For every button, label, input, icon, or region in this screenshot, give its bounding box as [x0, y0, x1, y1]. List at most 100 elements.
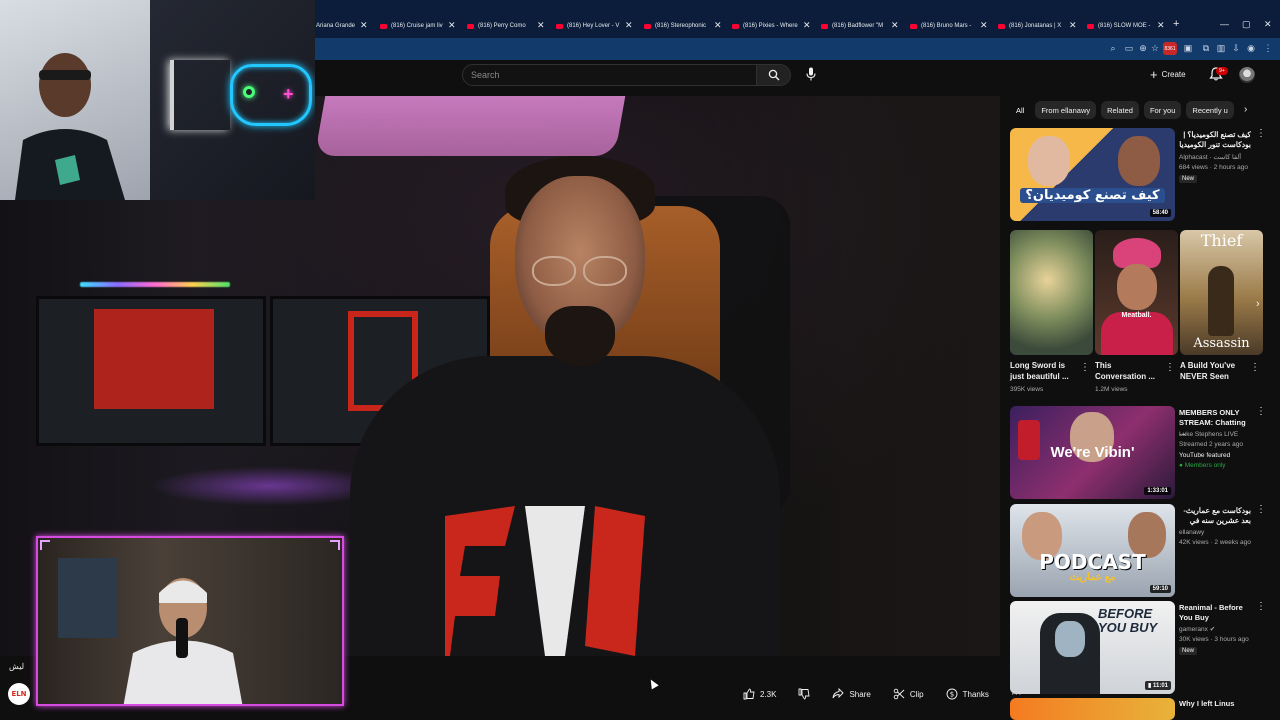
sidebar-icon[interactable]: ▥: [1215, 42, 1227, 54]
video-channel[interactable]: ellanawy: [1179, 528, 1204, 538]
short-title[interactable]: Long Sword is just beautiful ...: [1010, 360, 1078, 382]
share-button[interactable]: Share: [824, 683, 878, 705]
close-icon[interactable]: ✕: [891, 20, 899, 31]
extension-badge[interactable]: 8361: [1163, 42, 1177, 55]
more-options-icon[interactable]: ⋮: [1256, 601, 1266, 612]
more-options-icon[interactable]: ⋮: [1256, 504, 1266, 515]
account-avatar[interactable]: [1239, 67, 1255, 83]
close-icon[interactable]: ✕: [714, 20, 722, 31]
frame-corner: [40, 540, 50, 550]
window-close-icon[interactable]: ✕: [1264, 19, 1272, 30]
chip-for-you[interactable]: For you: [1143, 101, 1182, 119]
browser-tab[interactable]: (816) Bruno Mars -: [910, 17, 980, 35]
chevron-right-icon[interactable]: ›: [1244, 104, 1247, 115]
tab-label: (816) Cruise jam liv: [391, 23, 443, 29]
thumbnail-face: [1028, 136, 1070, 186]
video-channel[interactable]: gameranx ✔: [1179, 625, 1215, 635]
extension-icon[interactable]: ▣: [1182, 42, 1194, 54]
new-tab-icon[interactable]: +: [1173, 18, 1179, 30]
microphone-icon: [806, 67, 816, 81]
profile-icon[interactable]: ◉: [1245, 42, 1257, 54]
browser-tab[interactable]: (816) Hey Lover - V: [556, 17, 626, 35]
glasses-right: [583, 256, 627, 286]
members-only-badge: ● Members only: [1179, 462, 1226, 469]
video-thumbnail[interactable]: We're Vibin' 1:33:01: [1010, 406, 1175, 499]
chip-recently-uploaded[interactable]: Recently u: [1186, 101, 1234, 119]
channel-avatar[interactable]: ELN: [8, 683, 30, 705]
close-icon[interactable]: ✕: [803, 20, 811, 31]
video-title[interactable]: Reanimal - Before You Buy: [1179, 603, 1251, 623]
browser-tab[interactable]: (816) Perry Como: [467, 17, 537, 35]
video-thumbnail[interactable]: [1010, 698, 1175, 720]
search-icon[interactable]: ⌕: [1107, 42, 1119, 54]
youtube-icon: [556, 23, 563, 29]
neon-gamepad-dpad: +: [283, 84, 294, 104]
short-title[interactable]: This Conversation ...: [1095, 360, 1163, 382]
search-button[interactable]: [757, 64, 791, 86]
browser-tab[interactable]: (816) Jonatanas | X: [998, 17, 1068, 35]
more-options-icon[interactable]: ⋮: [1165, 362, 1175, 373]
close-icon[interactable]: ✕: [980, 20, 988, 31]
video-title[interactable]: كيف تصنع الكوميديا؟ | بودكاست تنور الكوم…: [1179, 130, 1251, 150]
tab-label: (816) Jonatanas | X: [1009, 23, 1062, 29]
minimize-icon[interactable]: —: [1220, 19, 1229, 29]
search-icon: [768, 69, 779, 81]
star-icon[interactable]: ☆: [1149, 42, 1161, 54]
short-thumbnail[interactable]: Meatball.: [1095, 230, 1178, 355]
thanks-label: Thanks: [962, 689, 989, 699]
tab-label: Ariana Grande: [316, 23, 356, 29]
more-options-icon[interactable]: ⋮: [1250, 362, 1260, 373]
verified-icon: ✔: [1209, 626, 1216, 633]
maximize-icon[interactable]: ▢: [1242, 19, 1251, 30]
short-thumbnail[interactable]: [1010, 230, 1093, 355]
browser-tab[interactable]: (816) Pixies - Where: [732, 17, 802, 35]
browser-tab[interactable]: (816) Stereophonic: [644, 17, 714, 35]
voice-search-button[interactable]: [803, 66, 819, 82]
video-channel[interactable]: Alphacast · ألفا كاست: [1179, 153, 1241, 163]
thumbnail-caption: We're Vibin': [1050, 444, 1135, 461]
chip-all[interactable]: All: [1010, 101, 1031, 119]
chip-related[interactable]: Related: [1101, 101, 1139, 119]
frame-corner: [330, 540, 340, 550]
shorts-next-icon[interactable]: ›: [1256, 298, 1260, 310]
more-options-icon[interactable]: ⋮: [1080, 362, 1090, 373]
thumbnail-caption: كيف تصنع كوميديان؟: [1020, 188, 1165, 203]
close-icon[interactable]: ✕: [1069, 20, 1077, 31]
tab-label: (816) Stereophonic: [655, 23, 707, 29]
close-icon[interactable]: ✕: [448, 20, 456, 31]
video-title[interactable]: Why I left Linus: [1179, 699, 1251, 709]
create-button[interactable]: + Create: [1150, 66, 1186, 82]
video-title[interactable]: بودكاست مع عماريث- بعد عشرين سنه في مجال…: [1179, 506, 1251, 526]
menu-icon[interactable]: ⋮: [1262, 42, 1274, 54]
puzzle-icon[interactable]: ⧉: [1200, 42, 1212, 54]
close-icon[interactable]: ✕: [537, 20, 545, 31]
video-thumbnail[interactable]: PODCAST مع عماريث 59:10: [1010, 504, 1175, 597]
like-button[interactable]: 2.3K: [735, 683, 784, 705]
thanks-button[interactable]: $ Thanks: [938, 683, 997, 705]
close-icon[interactable]: ✕: [625, 20, 633, 31]
youtube-icon: [644, 23, 651, 29]
video-stats: 30K views · 3 hours ago: [1179, 636, 1249, 643]
browser-tab[interactable]: (816) Badflower "M: [821, 17, 891, 35]
video-thumbnail[interactable]: كيف تصنع كوميديان؟ 58:40: [1010, 128, 1175, 221]
clip-button[interactable]: Clip: [885, 683, 932, 705]
browser-tab[interactable]: (816) SLOW MOE -: [1087, 17, 1157, 35]
short-title[interactable]: A Build You've NEVER Seen: [1180, 360, 1248, 382]
screen: Ariana Grande ✕ (816) Cruise jam liv ✕ (…: [0, 0, 1280, 720]
search-input[interactable]: Search: [462, 64, 757, 86]
browser-tab[interactable]: (816) Cruise jam liv: [380, 17, 450, 35]
zoom-icon[interactable]: ⊕: [1137, 42, 1149, 54]
video-channel[interactable]: Luke Stephens LIVE: [1179, 430, 1238, 440]
close-icon[interactable]: ✕: [360, 20, 368, 31]
short-thumbnail[interactable]: Thief Assassin: [1180, 230, 1263, 355]
cast-icon[interactable]: ▭: [1123, 42, 1135, 54]
dislike-button[interactable]: [790, 683, 818, 705]
video-thumbnail[interactable]: BEFORE YOU BUY ▮ 11:01: [1010, 601, 1175, 694]
close-icon[interactable]: ✕: [1157, 20, 1165, 31]
clip-label: Clip: [909, 689, 924, 699]
download-icon[interactable]: ⇩: [1230, 42, 1242, 54]
chip-from-channel[interactable]: From ellanawy: [1035, 101, 1097, 119]
more-options-icon[interactable]: ⋮: [1256, 128, 1266, 139]
wall-poster: [58, 558, 118, 638]
more-options-icon[interactable]: ⋮: [1256, 406, 1266, 417]
